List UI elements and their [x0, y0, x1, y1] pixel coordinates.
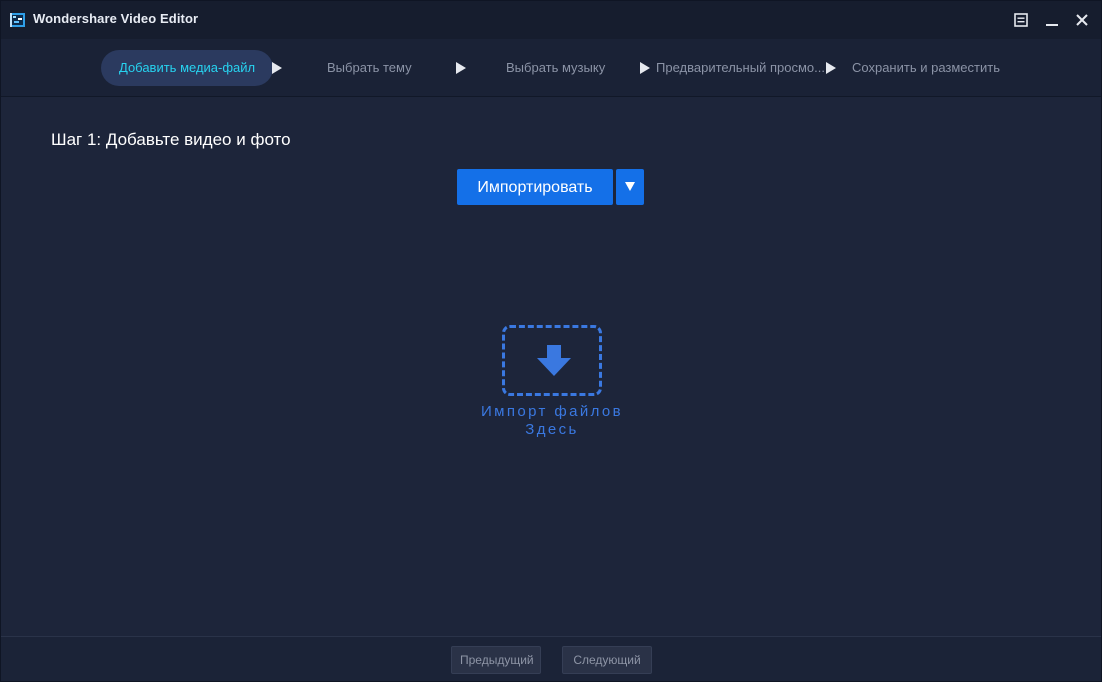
footer-bar: Предыдущий Следующий — [1, 636, 1101, 681]
steps-bar: Добавить медиа-файл Выбрать тему Выбрать… — [1, 39, 1101, 97]
step-save-share[interactable]: Сохранить и разместить — [852, 50, 1000, 86]
step-preview[interactable]: Предварительный просмо... — [656, 50, 825, 86]
minimize-icon — [1046, 24, 1058, 26]
next-button[interactable]: Следующий — [562, 646, 652, 674]
drop-zone-label-line2: Здесь — [525, 421, 579, 438]
import-dropdown-button[interactable] — [616, 169, 644, 205]
drop-zone-label: Импорт файлов Здесь — [452, 403, 652, 439]
dropdown-arrow-icon — [625, 182, 635, 191]
step-arrow-icon — [456, 62, 466, 74]
close-button[interactable] — [1072, 10, 1092, 30]
step-choose-theme[interactable]: Выбрать тему — [327, 50, 412, 86]
step-add-media[interactable]: Добавить медиа-файл — [101, 50, 274, 86]
download-arrow-icon — [537, 345, 571, 376]
window-title: Wondershare Video Editor — [33, 11, 199, 26]
import-button[interactable]: Импортировать — [457, 169, 613, 205]
menu-button[interactable] — [1011, 10, 1031, 30]
title-bar: Wondershare Video Editor — [1, 1, 1101, 39]
step-choose-music[interactable]: Выбрать музыку — [506, 50, 605, 86]
app-window: Wondershare Video Editor Добавить медиа-… — [0, 0, 1102, 682]
close-icon — [1076, 14, 1088, 26]
step-arrow-icon — [640, 62, 650, 74]
drop-zone[interactable] — [502, 325, 602, 396]
step-arrow-icon — [826, 62, 836, 74]
minimize-button[interactable] — [1042, 10, 1062, 30]
app-logo-icon — [10, 13, 25, 27]
main-content: Шаг 1: Добавьте видео и фото Импортирова… — [1, 97, 1101, 636]
drop-zone-label-line1: Импорт файлов — [480, 403, 624, 420]
previous-button[interactable]: Предыдущий — [451, 646, 541, 674]
step-arrow-icon — [272, 62, 282, 74]
step-heading: Шаг 1: Добавьте видео и фото — [51, 130, 291, 149]
menu-icon — [1014, 13, 1028, 27]
